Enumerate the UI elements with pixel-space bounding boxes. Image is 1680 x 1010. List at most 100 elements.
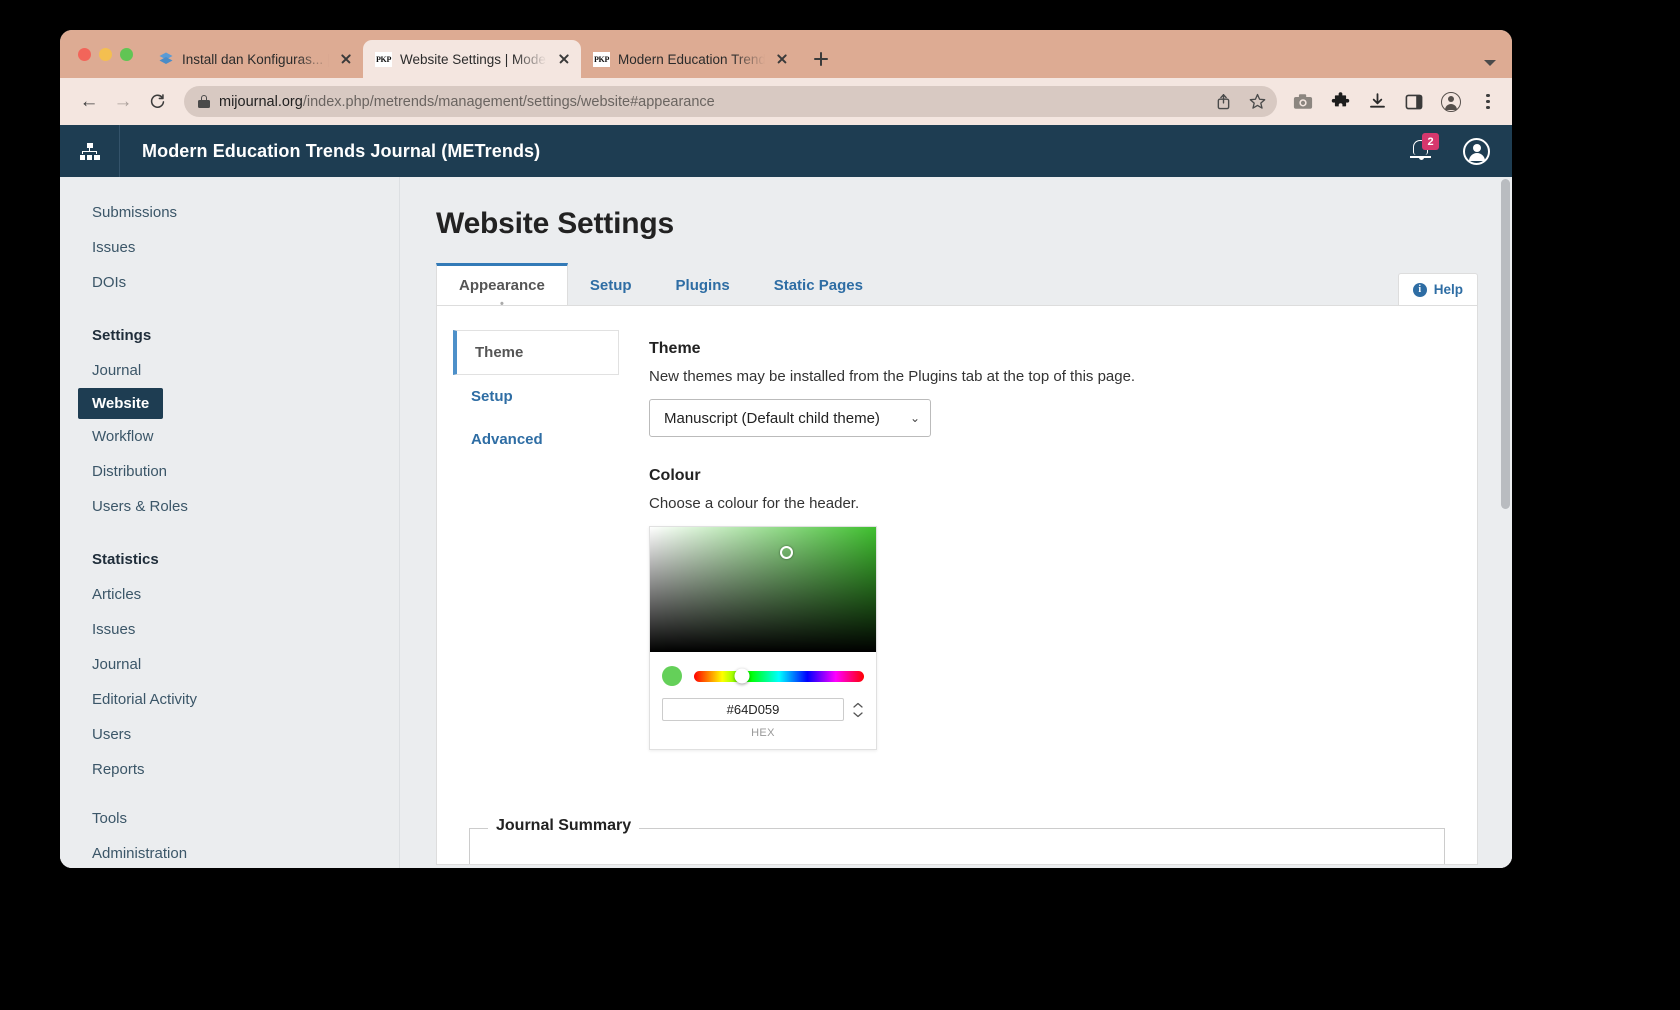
sidebar-item-users-roles[interactable]: Users & Roles xyxy=(72,489,399,524)
close-tab-1-button[interactable] xyxy=(337,50,355,68)
browser-tab-2-title: Website Settings | Modern Edu xyxy=(400,51,547,67)
minimize-window-button[interactable] xyxy=(99,47,112,61)
info-icon: i xyxy=(1412,282,1427,297)
hue-slider-handle[interactable] xyxy=(734,668,750,684)
sitemap-icon xyxy=(79,142,100,160)
pkp-icon: PKP xyxy=(375,51,392,68)
screen: Install dan Konfiguras... | Book PKP Web… xyxy=(0,0,1680,1010)
forward-arrow-icon[interactable]: → xyxy=(108,87,138,117)
sidebar-item-workflow[interactable]: Workflow xyxy=(72,419,399,454)
tab-plugins[interactable]: Plugins xyxy=(654,263,752,306)
share-icon[interactable] xyxy=(1213,92,1233,112)
stepper-updown-icon[interactable] xyxy=(852,702,864,718)
sidebar-item-distribution[interactable]: Distribution xyxy=(72,454,399,489)
sidebar-item-issues[interactable]: Issues xyxy=(72,230,399,265)
sidebar-item-administration[interactable]: Administration xyxy=(72,836,399,868)
browser-action-icons xyxy=(1289,91,1498,112)
camera-icon[interactable] xyxy=(1293,92,1313,112)
star-icon[interactable] xyxy=(1247,92,1267,112)
sidebar-item-website[interactable]: Website xyxy=(78,388,164,419)
vertical-scrollbar[interactable] xyxy=(1501,179,1510,509)
hue-row xyxy=(650,652,876,692)
browser-tab-3-title: Modern Education Trends Jour xyxy=(618,51,765,67)
profile-icon[interactable] xyxy=(1441,91,1461,112)
maximize-window-button[interactable] xyxy=(120,47,133,61)
browser-tab-2[interactable]: PKP Website Settings | Modern Edu xyxy=(363,40,581,78)
tab-appearance[interactable]: Appearance xyxy=(436,263,568,306)
browser-window: Install dan Konfiguras... | Book PKP Web… xyxy=(60,30,1512,868)
main-content: Website Settings Appearance Setup Plugin… xyxy=(400,125,1512,868)
vtab-setup[interactable]: Setup xyxy=(453,375,617,418)
sidebar-heading-statistics: Statistics xyxy=(92,551,159,568)
journal-summary-legend: Journal Summary xyxy=(488,817,640,835)
extensions-puzzle-icon[interactable] xyxy=(1330,92,1350,112)
theme-settings-form: Theme New themes may be installed from t… xyxy=(469,306,1477,864)
reload-icon[interactable] xyxy=(142,87,172,117)
close-tab-2-button[interactable] xyxy=(555,50,573,68)
download-icon[interactable] xyxy=(1367,92,1387,112)
colour-field: Colour Choose a colour for the header. #… xyxy=(649,467,1477,750)
hex-input[interactable]: #64D059 xyxy=(662,698,844,721)
appearance-vertical-tabs: Theme Setup Advanced xyxy=(437,306,619,864)
user-avatar-icon[interactable] xyxy=(1463,137,1490,165)
saturation-value-area[interactable] xyxy=(650,527,876,652)
chevron-down-icon: ⌄ xyxy=(909,411,920,425)
browser-tab-1[interactable]: Install dan Konfiguras... | Book xyxy=(145,40,363,78)
page-title: Website Settings xyxy=(436,207,674,240)
sidebar-item-journal[interactable]: Journal xyxy=(72,353,399,388)
sidebar-item-stats-users[interactable]: Users xyxy=(72,717,399,752)
hex-caption: HEX xyxy=(751,727,775,739)
hue-slider[interactable] xyxy=(694,668,864,684)
tab-static-pages[interactable]: Static Pages xyxy=(752,263,885,306)
colour-picker[interactable]: #64D059 HEX xyxy=(649,526,877,750)
window-traffic-lights xyxy=(74,30,145,78)
colour-field-description: Choose a colour for the header. xyxy=(649,495,860,512)
url-path: /index.php/metrends/management/settings/… xyxy=(302,93,715,110)
notification-count-badge: 2 xyxy=(1422,133,1439,150)
help-button[interactable]: i Help xyxy=(1397,273,1478,305)
settings-tab-bar: Appearance Setup Plugins Static Pages xyxy=(436,263,1478,306)
vtab-advanced[interactable]: Advanced xyxy=(453,418,617,461)
browser-toolbar: ← → mijournal.org/index.php/metrends/man… xyxy=(60,78,1512,125)
new-tab-button[interactable] xyxy=(807,45,835,73)
colour-field-label: Colour xyxy=(649,467,701,484)
close-tab-3-button[interactable] xyxy=(773,50,791,68)
tab-setup[interactable]: Setup xyxy=(568,263,654,306)
close-window-button[interactable] xyxy=(78,47,91,61)
sidepanel-icon[interactable] xyxy=(1404,92,1424,112)
vtab-theme[interactable]: Theme xyxy=(453,330,619,375)
colour-swatch xyxy=(662,666,682,686)
appearance-panel: Theme Setup Advanced Theme New themes ma… xyxy=(436,305,1478,865)
theme-field-description: New themes may be installed from the Plu… xyxy=(649,368,1136,385)
sidebar-item-stats-journal[interactable]: Journal xyxy=(72,647,399,682)
back-arrow-icon[interactable]: ← xyxy=(74,87,104,117)
sidebar-item-stats-reports[interactable]: Reports xyxy=(72,752,399,787)
ojs-top-header: Modern Education Trends Journal (METrend… xyxy=(60,125,1512,177)
address-bar[interactable]: mijournal.org/index.php/metrends/managem… xyxy=(184,86,1277,117)
theme-field-label: Theme xyxy=(649,340,701,357)
bell-clapper-icon xyxy=(1419,157,1424,160)
theme-select[interactable]: Manuscript (Default child theme) ⌄ xyxy=(649,399,931,437)
help-button-label: Help xyxy=(1433,282,1463,297)
url-domain: mijournal.org xyxy=(219,93,303,110)
browser-tab-strip: Install dan Konfiguras... | Book PKP Web… xyxy=(60,30,1512,78)
sidebar-item-submissions[interactable]: Submissions xyxy=(72,195,399,230)
book-stack-icon xyxy=(157,51,174,68)
browser-tab-3[interactable]: PKP Modern Education Trends Jour xyxy=(581,40,799,78)
sidebar-heading-settings: Settings xyxy=(92,327,152,344)
notifications-button[interactable]: 2 xyxy=(1407,133,1439,166)
sidebar-item-tools[interactable]: Tools xyxy=(72,801,399,836)
sidebar-item-stats-issues[interactable]: Issues xyxy=(72,612,399,647)
chevron-down-icon[interactable] xyxy=(1484,60,1496,66)
kebab-menu-icon[interactable] xyxy=(1478,92,1498,112)
pkp-icon: PKP xyxy=(593,51,610,68)
journal-title: Modern Education Trends Journal (METrend… xyxy=(142,140,541,161)
sidebar-item-stats-articles[interactable]: Articles xyxy=(72,577,399,612)
browser-tab-1-title: Install dan Konfiguras... | Book xyxy=(182,51,329,67)
sidebar-item-stats-editorial-activity[interactable]: Editorial Activity xyxy=(72,682,399,717)
sidebar-item-dois[interactable]: DOIs xyxy=(72,265,399,300)
sidebar-nav: Submissions Issues DOIs Settings Journal… xyxy=(60,125,400,868)
saturation-handle[interactable] xyxy=(780,546,793,559)
theme-select-value: Manuscript (Default child theme) xyxy=(664,409,880,427)
sitemap-icon-cell[interactable] xyxy=(60,125,120,177)
